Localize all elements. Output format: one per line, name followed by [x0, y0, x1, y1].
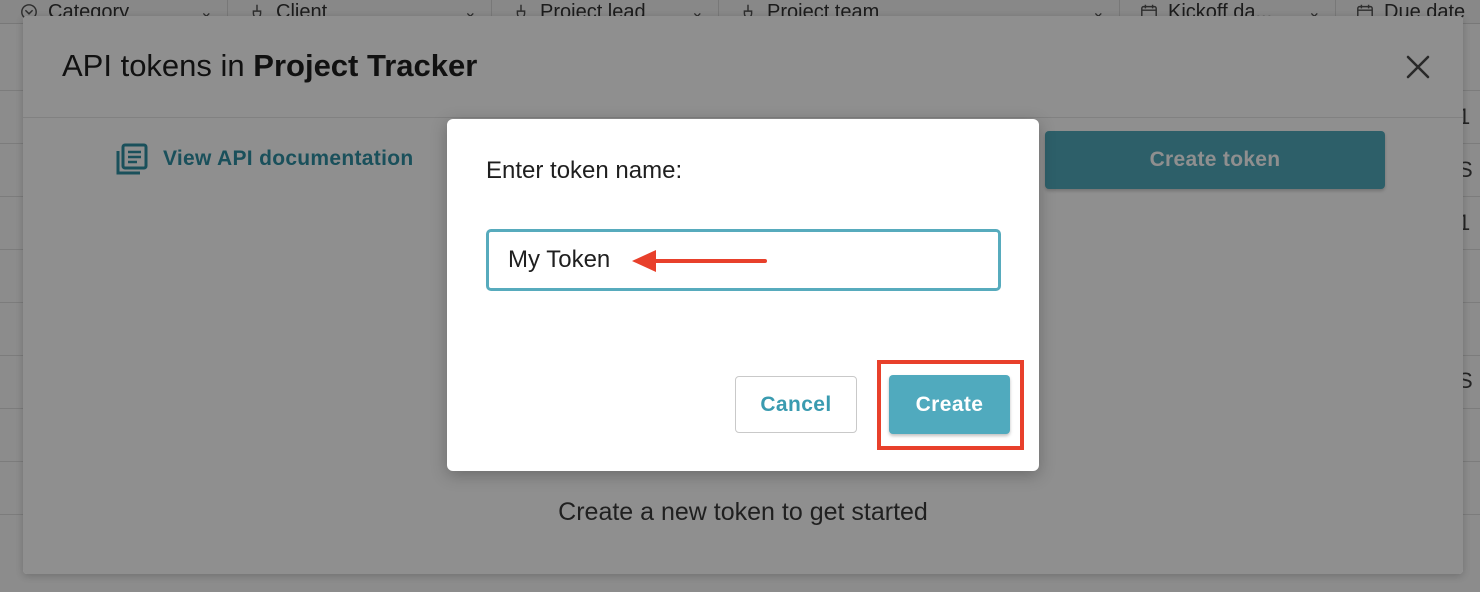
- token-name-dialog: Enter token name: Cancel Create: [447, 119, 1039, 471]
- token-name-label: Enter token name:: [486, 157, 683, 184]
- token-name-input[interactable]: [486, 229, 1001, 291]
- cancel-button[interactable]: Cancel: [735, 376, 857, 433]
- create-button[interactable]: Create: [889, 375, 1010, 434]
